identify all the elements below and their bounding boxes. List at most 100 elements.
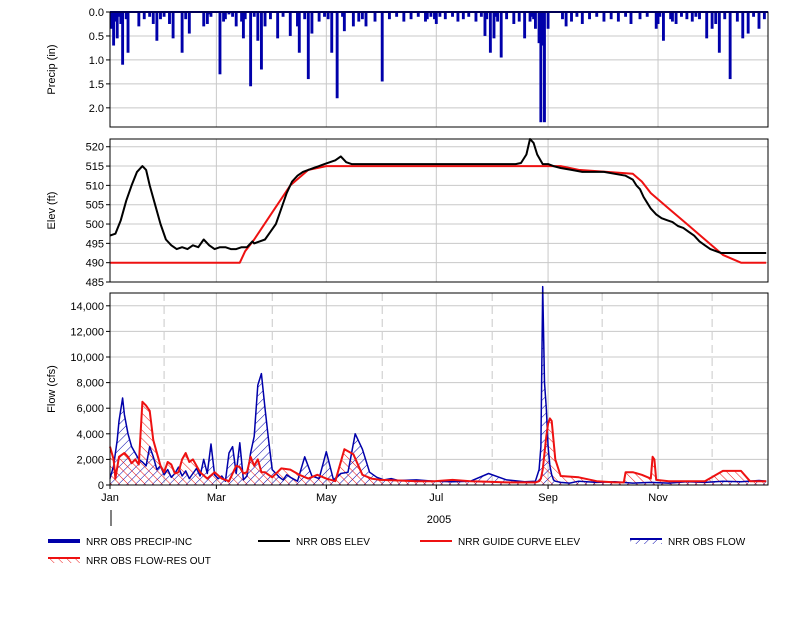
y-tick-label: 510 <box>86 180 104 192</box>
precip-bar <box>276 12 280 39</box>
precip-bar <box>485 12 489 20</box>
precip-bar <box>517 12 521 22</box>
precip-bar <box>443 12 447 20</box>
y-tick-label: 0 <box>98 480 104 492</box>
legend-label: NRR OBS PRECIP-INC <box>86 537 192 548</box>
precip-bar <box>638 12 642 20</box>
precip-bar <box>402 12 406 22</box>
precip-bar <box>351 12 355 27</box>
precip-bar <box>187 12 191 34</box>
precip-bar <box>373 12 377 22</box>
precip-bar <box>602 12 606 22</box>
precip-bar <box>735 12 739 22</box>
precip-bar <box>588 12 591 20</box>
plot-area <box>110 12 768 127</box>
x-axis-title: 2005 <box>427 514 451 526</box>
precip-bar <box>171 12 175 39</box>
y-tick-label: 12,000 <box>70 326 104 338</box>
precip-bar <box>409 12 413 20</box>
x-tick-label: Mar <box>207 492 226 504</box>
y-tick-label: 515 <box>86 161 104 173</box>
precip-bar <box>180 12 184 53</box>
legend-label: NRR GUIDE CURVE ELEV <box>458 537 580 548</box>
precip-bar <box>159 12 162 20</box>
precip-bar <box>335 12 339 99</box>
precip-bar <box>512 12 516 24</box>
precip-bar <box>218 12 222 75</box>
precip-bar <box>137 12 141 27</box>
panel-2: 485 490 495 500 505 510 515 520 Elev (ft) <box>46 138 769 289</box>
y-tick-label: 485 <box>86 277 104 289</box>
y-axis-title: Flow (cfs) <box>46 365 58 413</box>
precip-bar <box>717 12 721 53</box>
precip-bar <box>202 12 206 27</box>
legend-item: NRR OBS FLOW-RES OUT <box>48 556 211 567</box>
precip-bar <box>661 12 665 41</box>
precip-bar <box>288 12 292 36</box>
panel-3: 0 2,000 4,000 6,000 8,000 10,000 12,000 14,000 F… <box>46 285 769 526</box>
precip-bar <box>425 12 429 20</box>
precip-bar <box>317 12 321 22</box>
precip-bar <box>342 12 346 32</box>
y-tick-label: 505 <box>86 200 104 212</box>
precip-bar <box>757 12 761 29</box>
x-tick-label: Jan <box>101 492 119 504</box>
precip-bar <box>746 12 750 34</box>
precip-bar <box>303 12 307 20</box>
y-tick-label: 14,000 <box>70 301 104 313</box>
x-tick-label: Sep <box>538 492 558 504</box>
precip-bar <box>488 12 492 53</box>
y-axis-title: Elev (ft) <box>46 192 58 230</box>
y-tick-label: 2,000 <box>76 454 104 466</box>
x-tick-label: May <box>316 492 337 504</box>
precip-bar <box>306 12 310 80</box>
y-tick-label: 4,000 <box>76 429 104 441</box>
legend-item: NRR OBS ELEV <box>258 537 370 548</box>
precip-bar <box>168 12 171 24</box>
precip-bar <box>151 12 155 24</box>
y-tick-label: 2.0 <box>89 103 104 115</box>
precip-bar <box>609 12 613 20</box>
precip-bar <box>121 12 125 65</box>
precip-bar <box>380 12 384 82</box>
precip-bar <box>728 12 732 80</box>
x-tick-label: Nov <box>648 492 668 504</box>
legend-item: NRR OBS PRECIP-INC <box>48 537 192 548</box>
precip-bar <box>474 12 478 22</box>
precip-bar <box>505 12 509 20</box>
chart-legend: NRR OBS PRECIP-INC NRR OBS ELEV NRR GUIDE … <box>48 537 746 567</box>
y-tick-label: 6,000 <box>76 403 104 415</box>
precip-bar <box>364 12 368 27</box>
precip-bar <box>714 12 718 24</box>
precip-bar <box>564 12 568 27</box>
y-tick-label: 1.5 <box>89 79 104 91</box>
legend-label: NRR OBS FLOW <box>668 537 746 548</box>
precip-bar <box>326 12 330 20</box>
precip-bar <box>234 12 238 27</box>
chart-panels: 0.0 0.5 1.0 1.5 2.0 Precip (in) 485 490 495 500 50… <box>46 7 769 526</box>
precip-bar <box>256 12 260 41</box>
precip-bar <box>330 12 334 53</box>
legend-label: NRR OBS FLOW-RES OUT <box>86 556 211 567</box>
y-tick-label: 490 <box>86 258 104 270</box>
precip-bar <box>685 12 689 20</box>
precip-bar <box>310 12 314 34</box>
precip-bar <box>616 12 620 22</box>
precip-bar <box>249 12 253 87</box>
y-axis-title: Precip (in) <box>46 44 58 94</box>
y-tick-label: 500 <box>86 219 104 231</box>
precip-bar <box>561 12 564 20</box>
legend-item: NRR OBS FLOW <box>630 537 746 548</box>
legend-label: NRR OBS ELEV <box>296 537 370 548</box>
y-tick-label: 0.0 <box>89 7 104 19</box>
precip-bar <box>155 12 159 41</box>
precip-bar <box>705 12 709 39</box>
precip-bar <box>698 12 701 20</box>
precip-bar <box>710 12 714 29</box>
precip-bar <box>259 12 263 70</box>
chart-figure: 0.0 0.5 1.0 1.5 2.0 Precip (in) 485 490 495 500 50… <box>46 7 769 567</box>
precip-bar <box>629 12 633 24</box>
precip-bar <box>723 12 727 20</box>
precip-bar <box>297 12 301 53</box>
y-tick-label: 8,000 <box>76 378 104 390</box>
